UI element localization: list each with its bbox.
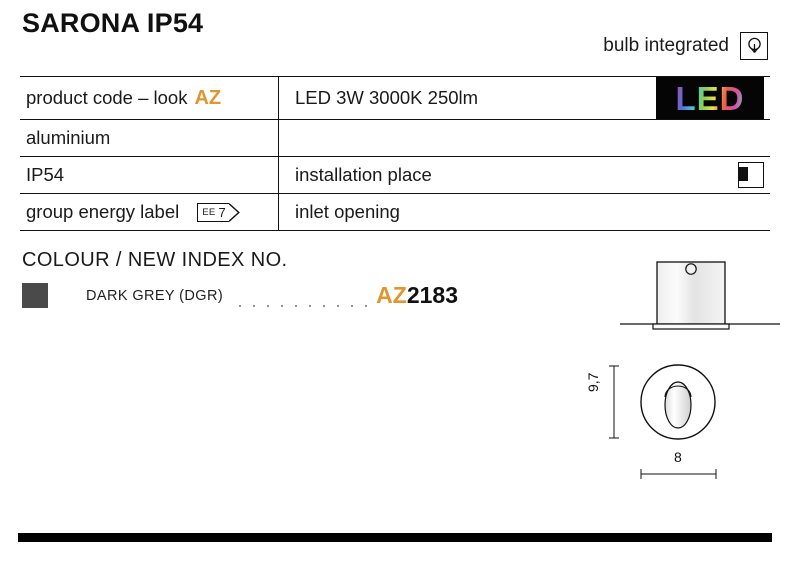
spec-cell-inlet-opening: inlet opening bbox=[278, 194, 770, 231]
bulb-integrated-block: bulb integrated bbox=[603, 32, 768, 60]
led-logo-text: LED bbox=[675, 79, 745, 117]
light-bulb-icon bbox=[740, 32, 768, 60]
front-view-drawing: 9,7 8 bbox=[585, 352, 790, 487]
colour-index-prefix: AZ bbox=[376, 282, 407, 308]
spec-cell-empty bbox=[278, 120, 770, 157]
side-view-drawing bbox=[612, 243, 787, 343]
chevron-right-icon bbox=[228, 202, 240, 222]
spec-label-ip-rating: IP54 bbox=[26, 164, 65, 185]
spec-label-led-spec: LED 3W 3000K 250lm bbox=[295, 87, 479, 108]
dimension-width-label: 8 bbox=[674, 449, 682, 465]
energy-badge-prefix: EE bbox=[202, 206, 216, 218]
spec-accent-az: AZ bbox=[194, 86, 222, 109]
bottom-divider-bar bbox=[18, 533, 772, 542]
table-row: product code – look AZ LED 3W 3000K 250l… bbox=[20, 77, 770, 120]
spec-label-material: aluminium bbox=[26, 127, 111, 148]
table-row: IP54 installation place bbox=[20, 157, 770, 194]
spec-cell-energy-label: group energy label EE 7 bbox=[20, 194, 278, 231]
page-title: SARONA IP54 bbox=[22, 8, 204, 38]
spec-cell-led-spec: LED 3W 3000K 250lm LED bbox=[278, 77, 770, 120]
bulb-integrated-label: bulb integrated bbox=[603, 35, 729, 56]
colour-list-item: DARK GREY (DGR) AZ2183 bbox=[22, 282, 458, 309]
table-row: group energy label EE 7 inlet opening bbox=[20, 194, 770, 231]
spec-cell-material: aluminium bbox=[20, 120, 278, 157]
spec-cell-ip-rating: IP54 bbox=[20, 157, 278, 194]
colour-index-code: AZ2183 bbox=[376, 282, 458, 309]
dimension-height-label: 9,7 bbox=[585, 372, 601, 392]
spec-label-inlet-opening: inlet opening bbox=[295, 201, 400, 222]
table-row: aluminium bbox=[20, 120, 770, 157]
colour-index-number: 2183 bbox=[406, 282, 458, 308]
energy-badge-body: EE 7 bbox=[197, 202, 229, 222]
spec-label-energy-label: group energy label bbox=[26, 201, 180, 222]
energy-badge-value: 7 bbox=[218, 204, 226, 220]
spec-label-product-code: product code – look bbox=[26, 87, 188, 108]
colour-swatch bbox=[22, 283, 48, 308]
colour-name-label: DARK GREY (DGR) bbox=[86, 287, 224, 304]
energy-efficiency-badge: EE 7 bbox=[197, 202, 240, 222]
dotted-leader bbox=[233, 292, 369, 307]
spec-label-installation-place: installation place bbox=[295, 164, 432, 185]
spec-cell-installation-place: installation place bbox=[278, 157, 770, 194]
installation-place-icon bbox=[738, 162, 764, 188]
spec-cell-product-code: product code – look AZ bbox=[20, 77, 278, 120]
colour-section-heading: COLOUR / NEW INDEX NO. bbox=[22, 249, 288, 271]
specification-table: product code – look AZ LED 3W 3000K 250l… bbox=[20, 76, 770, 231]
led-logo: LED bbox=[656, 77, 764, 119]
